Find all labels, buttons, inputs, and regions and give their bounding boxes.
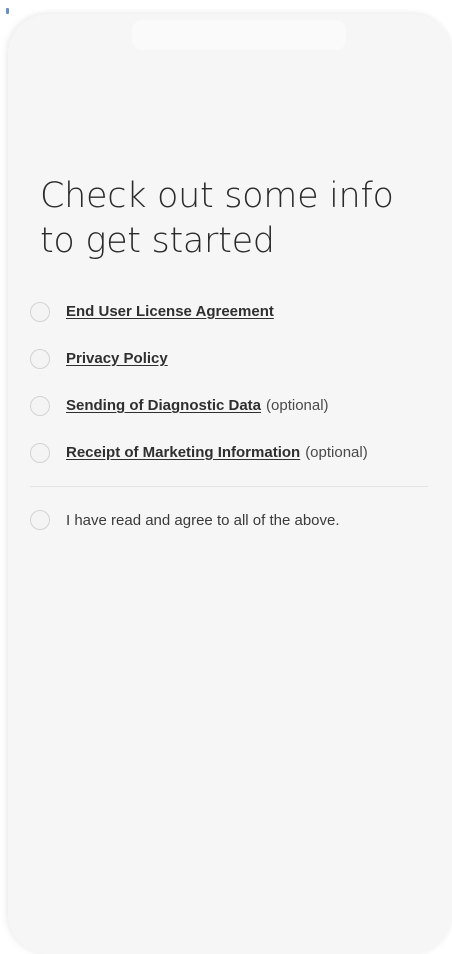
divider: [30, 486, 428, 487]
consent-item-privacy-policy[interactable]: Privacy Policy: [30, 335, 430, 382]
consent-list: End User License Agreement Privacy Polic…: [30, 288, 430, 476]
consent-item-diagnostic-data[interactable]: Sending of Diagnostic Data (optional): [30, 382, 430, 429]
page-title-line1: Check out some info: [40, 176, 394, 216]
agree-all-label: I have read and agree to all of the abov…: [66, 511, 340, 529]
radio-button-icon[interactable]: [30, 510, 50, 530]
radio-button-icon[interactable]: [30, 301, 50, 322]
privacy-policy-link[interactable]: Privacy Policy: [66, 350, 168, 367]
status-bar-area: [132, 20, 346, 50]
edge-marker-top: [6, 8, 9, 14]
page-title: Check out some info to get started: [40, 174, 430, 264]
diagnostic-data-link[interactable]: Sending of Diagnostic Data: [66, 397, 261, 414]
consent-item-eula[interactable]: End User License Agreement: [30, 288, 430, 335]
consent-item-marketing-info[interactable]: Receipt of Marketing Information (option…: [30, 429, 430, 476]
radio-button-icon[interactable]: [30, 348, 50, 369]
agree-all-row[interactable]: I have read and agree to all of the abov…: [30, 510, 340, 530]
eula-link[interactable]: End User License Agreement: [66, 303, 274, 320]
radio-button-icon[interactable]: [30, 395, 50, 416]
page-title-line2: to get started: [40, 221, 275, 261]
radio-button-icon[interactable]: [30, 442, 50, 463]
optional-label: (optional): [305, 444, 368, 461]
phone-screen: Check out some info to get started: [8, 14, 452, 954]
optional-label: (optional): [266, 397, 329, 414]
marketing-info-link[interactable]: Receipt of Marketing Information: [66, 444, 300, 461]
